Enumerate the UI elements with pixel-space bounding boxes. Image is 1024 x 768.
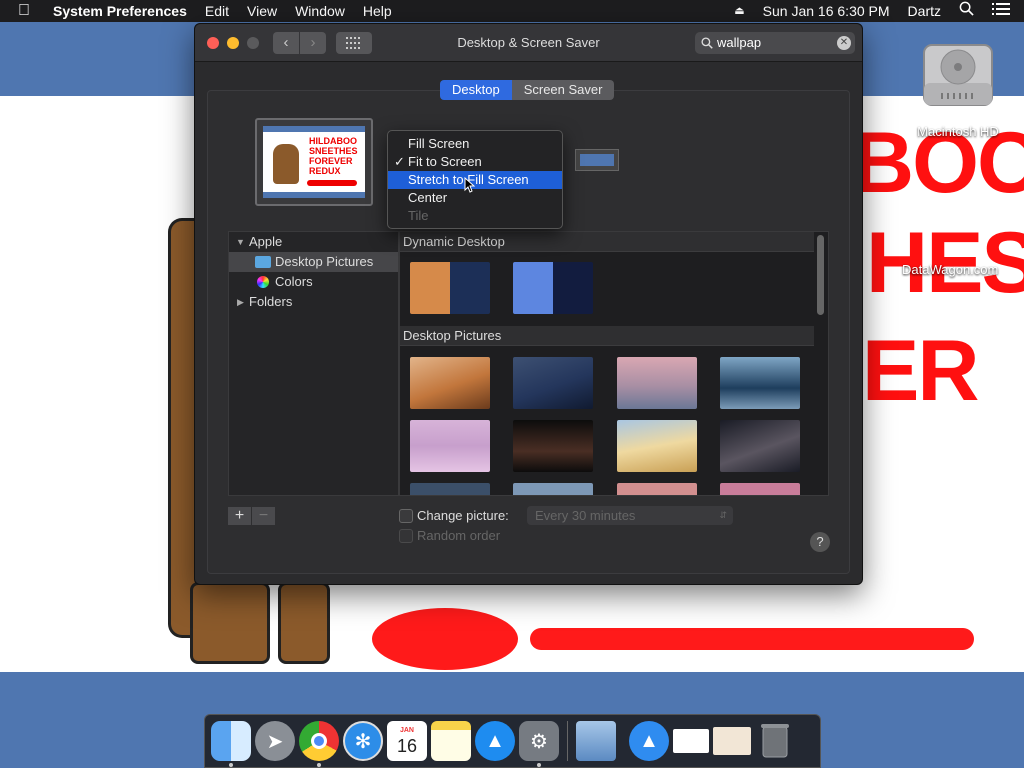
add-folder-button[interactable]: + [228, 507, 251, 525]
running-indicator [537, 763, 541, 767]
menu-help[interactable]: Help [354, 0, 401, 22]
preview-app-icon[interactable] [576, 721, 616, 761]
red-paint-streak [530, 628, 974, 650]
source-list: ▼ Apple Desktop Pictures Colors ▶ Folder… [228, 231, 399, 496]
trash-icon[interactable] [755, 721, 795, 761]
tab-screen-saver[interactable]: Screen Saver [511, 80, 615, 100]
wallpaper-text-3: ER [862, 323, 979, 419]
menu-bar:  System Preferences Edit View Window He… [0, 0, 1024, 22]
wallpaper-thumb-mojave-dynamic[interactable] [410, 262, 490, 314]
wallpaper-thumb[interactable] [513, 420, 593, 472]
calendar-day: 16 [396, 736, 418, 756]
change-picture-checkbox[interactable] [399, 509, 413, 523]
dock: ➤ ✻ JAN 16 ▲ ⚙ ▲ [204, 714, 821, 768]
wallpaper-preview: HILDABOO SNEETHES FOREVER REDUX [255, 118, 373, 206]
disclosure-closed-icon[interactable]: ▶ [237, 292, 244, 312]
clear-search-icon[interactable]: ✕ [837, 36, 851, 50]
menu-edit[interactable]: Edit [196, 0, 238, 22]
running-indicator [229, 763, 233, 767]
menu-window[interactable]: Window [286, 0, 354, 22]
sidebar-group-folders[interactable]: ▶ Folders [229, 292, 398, 312]
dock-separator [567, 721, 568, 761]
sidebar-item-colors[interactable]: Colors [229, 272, 398, 292]
recent-image-stack-icon[interactable] [673, 729, 709, 753]
wallpaper-thumb[interactable] [410, 357, 490, 409]
sidebar-item-desktop-pictures[interactable]: Desktop Pictures [229, 252, 398, 272]
fit-menu: Fill Screen ✓ Fit to Screen Stretch to Fi… [387, 130, 563, 229]
random-order-checkbox [399, 529, 413, 543]
calendar-icon[interactable]: JAN 16 [387, 721, 427, 761]
cartoon-mouse-leg [190, 582, 270, 664]
menu-item-fit-to-screen[interactable]: ✓ Fit to Screen [388, 153, 562, 171]
downloads-folder-icon[interactable]: ▲ [629, 721, 669, 761]
launchpad-icon[interactable]: ➤ [255, 721, 295, 761]
apple-menu-icon[interactable]:  [0, 0, 44, 22]
menu-clock[interactable]: Sun Jan 16 6:30 PM [754, 0, 899, 22]
window-titlebar[interactable]: ‹ › Desktop & Screen Saver wallpap ✕ [195, 24, 862, 62]
safari-icon[interactable]: ✻ [343, 721, 383, 761]
spotlight-icon[interactable] [950, 0, 983, 22]
chevron-updown-icon: ⇵ [719, 510, 727, 520]
wallpaper-thumb-solar-dynamic[interactable] [513, 262, 593, 314]
hard-drive-icon[interactable] [920, 35, 996, 111]
notification-center-icon[interactable] [983, 0, 1024, 22]
sidebar-group-apple[interactable]: ▼ Apple [229, 232, 398, 252]
preferences-window: ‹ › Desktop & Screen Saver wallpap ✕ Des… [194, 23, 863, 585]
help-button[interactable]: ? [810, 532, 830, 552]
wallpaper-thumb[interactable] [617, 357, 697, 409]
preview-image: HILDABOO SNEETHES FOREVER REDUX [263, 126, 365, 198]
tab-bar: Desktop Screen Saver [440, 80, 615, 100]
finder-icon[interactable] [211, 721, 251, 767]
menu-user[interactable]: Dartz [899, 0, 950, 22]
checkmark-icon: ✓ [394, 154, 405, 169]
disclosure-open-icon[interactable]: ▼ [236, 232, 245, 252]
menu-item-tile: Tile [408, 208, 429, 223]
wallpaper-browser: Dynamic Desktop Desktop Pictures [399, 231, 829, 496]
dock-separator [624, 721, 625, 761]
menu-view[interactable]: View [238, 0, 286, 22]
wallpaper-thumb[interactable] [720, 420, 800, 472]
system-preferences-icon[interactable]: ⚙ [519, 721, 559, 767]
search-input-value[interactable]: wallpap [717, 35, 761, 50]
wallpaper-thumb[interactable] [410, 483, 490, 495]
wallpaper-thumb[interactable] [513, 483, 593, 495]
calendar-month: JAN [399, 727, 414, 734]
background-color-well[interactable] [575, 149, 619, 171]
watermark-text: DataWagon.com [902, 262, 999, 277]
menu-item-fill-screen[interactable]: Fill Screen [388, 135, 562, 153]
wallpaper-thumb[interactable] [513, 357, 593, 409]
search-icon [701, 32, 713, 56]
wallpaper-thumb[interactable] [720, 357, 800, 409]
wallpaper-thumb[interactable] [617, 420, 697, 472]
menu-item-stretch-to-fill[interactable]: Stretch to Fill Screen [388, 171, 562, 193]
cartoon-mouse-leg [278, 582, 330, 664]
folder-icon [255, 256, 271, 268]
search-field[interactable]: wallpap ✕ [695, 32, 855, 54]
wallpaper-thumb[interactable] [720, 483, 800, 495]
hard-drive-label[interactable]: Macintosh HD [905, 124, 1011, 139]
wallpaper-thumb[interactable] [410, 420, 490, 472]
recent-image-stack-icon[interactable] [713, 727, 751, 755]
random-order-label: Random order [417, 528, 501, 543]
vertical-scrollbar[interactable] [817, 235, 824, 315]
interval-select[interactable]: Every 30 minutes ⇵ [527, 506, 733, 525]
running-indicator [317, 763, 321, 767]
tab-desktop[interactable]: Desktop [440, 80, 512, 100]
notes-icon[interactable] [431, 721, 471, 761]
chrome-icon[interactable] [299, 721, 339, 767]
menu-extras: ⏏ Sun Jan 16 6:30 PM Dartz [725, 0, 1024, 22]
wallpaper-thumb[interactable] [617, 483, 697, 495]
menu-app-name[interactable]: System Preferences [44, 0, 196, 22]
section-header-dynamic: Dynamic Desktop [400, 232, 814, 252]
menu-item-center[interactable]: Center [388, 189, 562, 207]
eject-icon[interactable]: ⏏ [725, 0, 753, 22]
color-wheel-icon [257, 276, 269, 288]
red-paint-blob [372, 608, 518, 670]
preview-caption: HILDABOO SNEETHES FOREVER REDUX [309, 136, 358, 176]
change-picture-label: Change picture: [417, 508, 509, 523]
app-store-icon[interactable]: ▲ [475, 721, 515, 761]
remove-folder-button[interactable]: − [252, 507, 275, 525]
section-header-pictures: Desktop Pictures [400, 326, 814, 346]
